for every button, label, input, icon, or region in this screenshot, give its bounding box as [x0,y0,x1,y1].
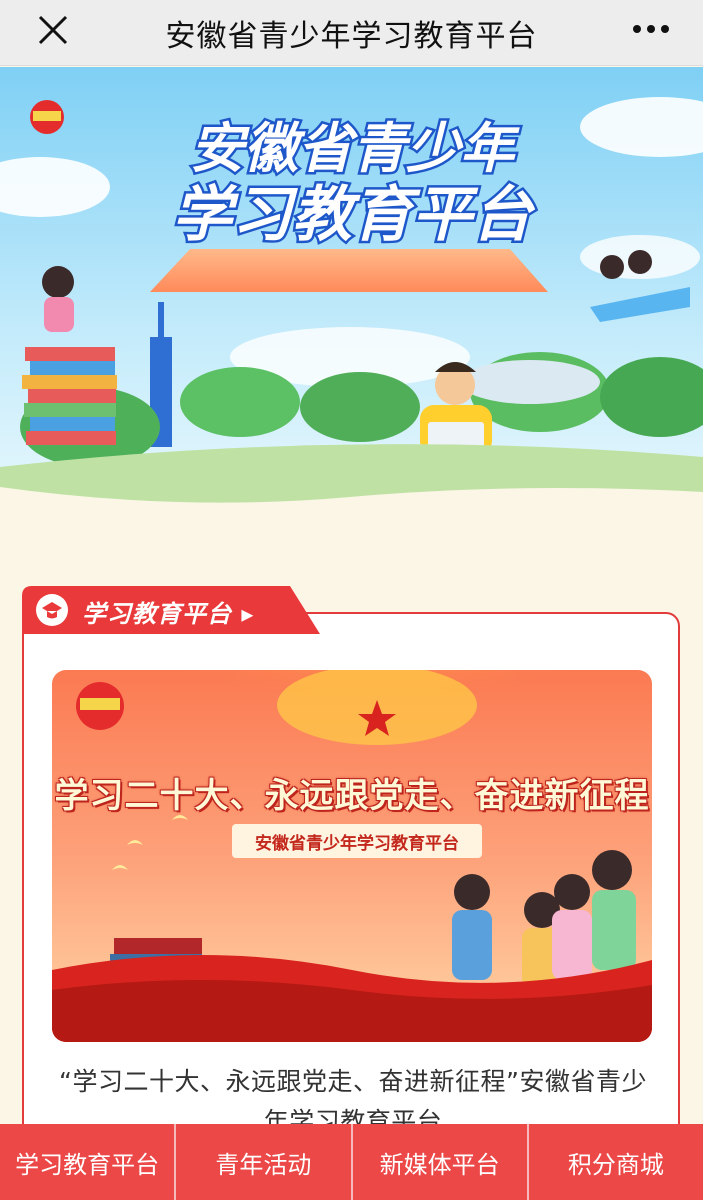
bottom-nav: 学习教育平台 青年活动 新媒体平台 积分商城 [0,1124,703,1200]
poster-ribbon: 安徽省青少年学习教育平台 [232,824,482,858]
nav-new-media[interactable]: 新媒体平台 [352,1124,529,1200]
poster-headline: 学习二十大、永远跟党走、奋进新征程 [54,776,650,816]
youth-league-emblem-icon [30,100,64,134]
more-dots-icon[interactable] [631,22,671,36]
nav-points-mall[interactable]: 积分商城 [528,1124,703,1200]
hero-title-line1: 安徽省青少年 [190,117,520,180]
hero-title-line2: 学习教育平台 [172,180,536,250]
nav-youth-activities[interactable]: 青年活动 [176,1124,353,1200]
hero-ribbon [150,249,548,292]
hero-banner: 安徽省青少年 学习教育平台 [0,67,703,527]
section-tab-label[interactable]: 学习教育平台 ▸ [82,594,254,629]
page-title: 安徽省青少年学习教育平台 [165,18,538,54]
top-bar: 安徽省青少年学习教育平台 [0,0,703,66]
poster-image[interactable]: 学习二十大、永远跟党走、奋进新征程 安徽省青少年学习教育平台 [52,670,652,1042]
nav-learning-platform[interactable]: 学习教育平台 [0,1124,177,1200]
close-icon[interactable] [36,13,70,47]
book-stack-illustration [22,347,117,445]
youth-league-emblem-icon [76,682,124,730]
